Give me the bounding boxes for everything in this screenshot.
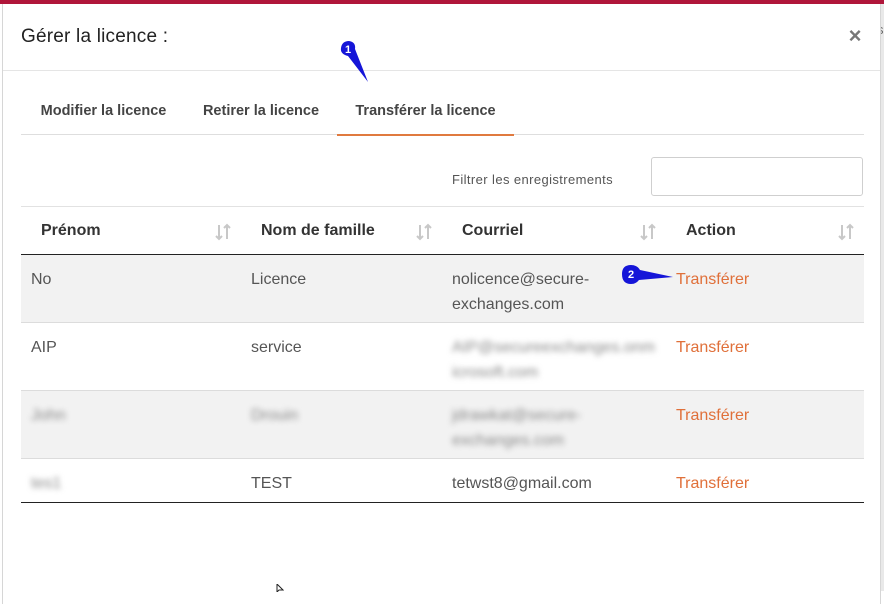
sort-icon[interactable]	[640, 223, 656, 241]
tab-remove-license[interactable]: Retirer la licence	[186, 93, 336, 134]
annotation-marker-1: 1	[340, 41, 368, 82]
sort-icon[interactable]	[838, 223, 854, 241]
transfer-link[interactable]: Transférer	[676, 475, 749, 492]
license-tabs: Modifier la licence Retirer la licence T…	[21, 93, 864, 136]
cell-last-name: Drouin	[241, 390, 442, 459]
table-row: AIP service AIP@secureexchanges.onm icros…	[21, 322, 864, 391]
cell-action: Transférer	[666, 390, 864, 459]
column-header-action[interactable]: Action	[666, 206, 864, 255]
cell-email: AIP@secureexchanges.onm icrosoft.com	[442, 322, 666, 391]
cell-last-name: Licence	[241, 254, 442, 323]
column-label: Action	[686, 221, 736, 239]
column-label: Courriel	[462, 221, 524, 239]
sort-icon[interactable]	[215, 223, 231, 241]
table-header-row: Prénom Nom de famille Courriel Action	[21, 206, 864, 255]
tab-modify-license[interactable]: Modifier la licence	[21, 93, 186, 134]
users-table: Prénom Nom de famille Courriel Action No…	[21, 206, 864, 503]
column-label: Nom de famille	[261, 221, 375, 239]
filter-input[interactable]	[651, 157, 863, 196]
cell-first-name: AIP	[21, 322, 241, 391]
annotation-marker-2: 2	[622, 265, 673, 284]
cell-last-name: service	[241, 322, 442, 391]
column-header-email[interactable]: Courriel	[442, 206, 666, 255]
column-header-first-name[interactable]: Prénom	[21, 206, 241, 255]
transfer-link[interactable]: Transférer	[676, 407, 749, 424]
cell-email: tetwst8@gmail.com	[442, 458, 666, 503]
cell-first-name: tes1	[21, 458, 241, 503]
cell-first-name: No	[21, 254, 241, 323]
modal-header: Gérer la licence : ×	[3, 4, 880, 71]
cell-first-name: John	[21, 390, 241, 459]
column-header-last-name[interactable]: Nom de famille	[241, 206, 442, 255]
tab-transfer-license[interactable]: Transférer la licence	[337, 93, 514, 136]
cell-email: jdrawkat@secure-exchanges.com	[442, 390, 666, 459]
manage-license-modal: Gérer la licence : × Modifier la licence…	[2, 4, 881, 604]
annotation-number: 2	[628, 269, 634, 281]
filter-label: Filtrer les enregistrements	[452, 172, 614, 187]
transfer-link[interactable]: Transférer	[676, 271, 749, 288]
table-row: tes1 TEST tetwst8@gmail.com Transférer	[21, 458, 864, 503]
table-row: John Drouin jdrawkat@secure-exchanges.co…	[21, 390, 864, 459]
table-row: No Licence nolicence@secure-exchanges.co…	[21, 254, 864, 323]
cell-action: Transférer	[666, 458, 864, 503]
cell-action: Transférer	[666, 322, 864, 391]
cell-action: Transférer	[666, 254, 864, 323]
sort-icon[interactable]	[416, 223, 432, 241]
cell-last-name: TEST	[241, 458, 442, 503]
close-icon[interactable]: ×	[845, 24, 865, 48]
modal-title: Gérer la licence :	[21, 26, 169, 47]
annotation-number: 1	[345, 44, 351, 56]
transfer-link[interactable]: Transférer	[676, 339, 749, 356]
column-label: Prénom	[41, 221, 101, 239]
